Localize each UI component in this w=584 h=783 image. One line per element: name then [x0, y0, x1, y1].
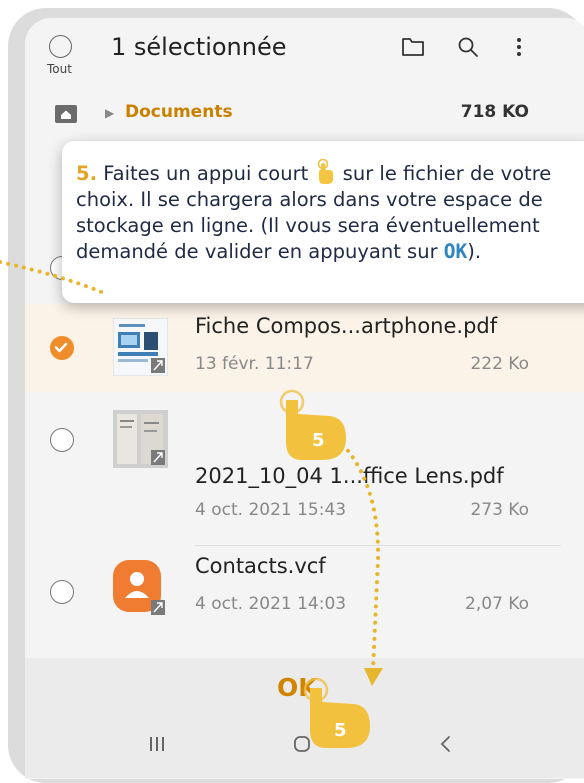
tap-hand-icon [318, 158, 334, 184]
select-all-checkbox[interactable] [49, 35, 72, 58]
file-name: Contacts.vcf [195, 554, 326, 578]
pdf-thumbnail-icon [113, 318, 168, 376]
home-folder-icon[interactable] [55, 103, 77, 123]
phone-frame: Tout 1 sélectionnée ▶ Documents 718 KO F… [8, 8, 584, 783]
home-button-icon[interactable] [293, 735, 311, 753]
instruction-part-end: ). [467, 240, 482, 263]
row-checkbox[interactable] [50, 428, 74, 452]
file-size: 222 Ko [470, 354, 529, 374]
instruction-ok-word: OK [443, 240, 468, 263]
search-icon[interactable] [457, 36, 479, 58]
ok-button[interactable]: OK [277, 673, 318, 702]
file-name: Fiche Compos...artphone.pdf [195, 314, 498, 338]
selection-count-title: 1 sélectionnée [111, 33, 287, 61]
more-options-icon[interactable] [515, 36, 523, 58]
recent-apps-icon[interactable] [149, 735, 165, 753]
instruction-part-1: Faites un appui court [103, 162, 309, 185]
file-size: 273 Ko [470, 500, 529, 520]
check-icon [55, 343, 68, 353]
instruction-text: 5. Faites un appui court sur le fichier … [76, 158, 584, 265]
phone-screen: Tout 1 sélectionnée ▶ Documents 718 KO F… [25, 18, 584, 779]
folder-size: 718 KO [460, 102, 529, 122]
file-size: 2,07 Ko [465, 594, 529, 614]
list-divider [195, 545, 561, 546]
breadcrumb-folder[interactable]: Documents [125, 102, 233, 122]
instruction-tooltip: 5. Faites un appui court sur le fichier … [62, 141, 584, 303]
back-button-icon[interactable] [439, 735, 451, 753]
table-row[interactable]: Contacts.vcf 4 oct. 2021 14:03 2,07 Ko [25, 548, 584, 636]
file-date: 4 oct. 2021 14:03 [195, 594, 347, 614]
select-all-label: Tout [47, 62, 72, 76]
scan-thumbnail-icon [113, 410, 168, 468]
folder-icon[interactable] [401, 36, 425, 58]
contact-file-icon [113, 560, 165, 615]
row-checkbox[interactable] [50, 580, 74, 604]
file-date: 13 févr. 11:17 [195, 354, 314, 374]
file-name: 2021_10_04 1...ffice Lens.pdf [195, 464, 504, 488]
row-checkbox-checked[interactable] [50, 336, 74, 360]
step-number: 5. [76, 162, 97, 185]
breadcrumb-arrow-icon: ▶ [105, 106, 115, 120]
table-row[interactable]: 2021_10_04 1...ffice Lens.pdf 4 oct. 202… [25, 394, 584, 520]
file-date: 4 oct. 2021 15:43 [195, 500, 347, 520]
table-row[interactable]: Fiche Compos...artphone.pdf 13 févr. 11:… [25, 304, 584, 392]
